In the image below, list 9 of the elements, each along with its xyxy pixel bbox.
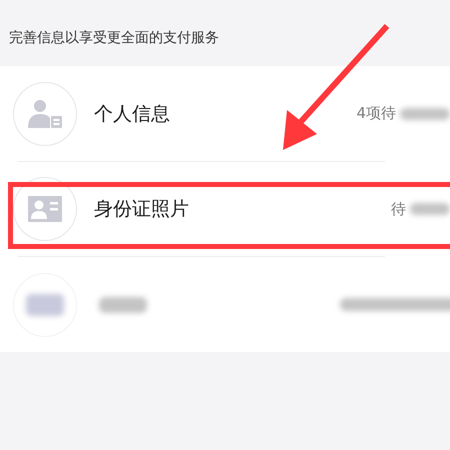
person-card-icon xyxy=(28,98,62,128)
info-prompt: 完善信息以享受更全面的支付服务 xyxy=(8,29,220,48)
blurred-text xyxy=(99,296,147,313)
row-title: 个人信息 xyxy=(94,102,171,126)
row-title: 身份证照片 xyxy=(94,197,190,222)
id-card-icon xyxy=(28,196,62,222)
blurred-icon xyxy=(26,294,64,316)
status-text: 4项待 xyxy=(356,104,396,123)
status-text: 待 xyxy=(391,200,406,219)
